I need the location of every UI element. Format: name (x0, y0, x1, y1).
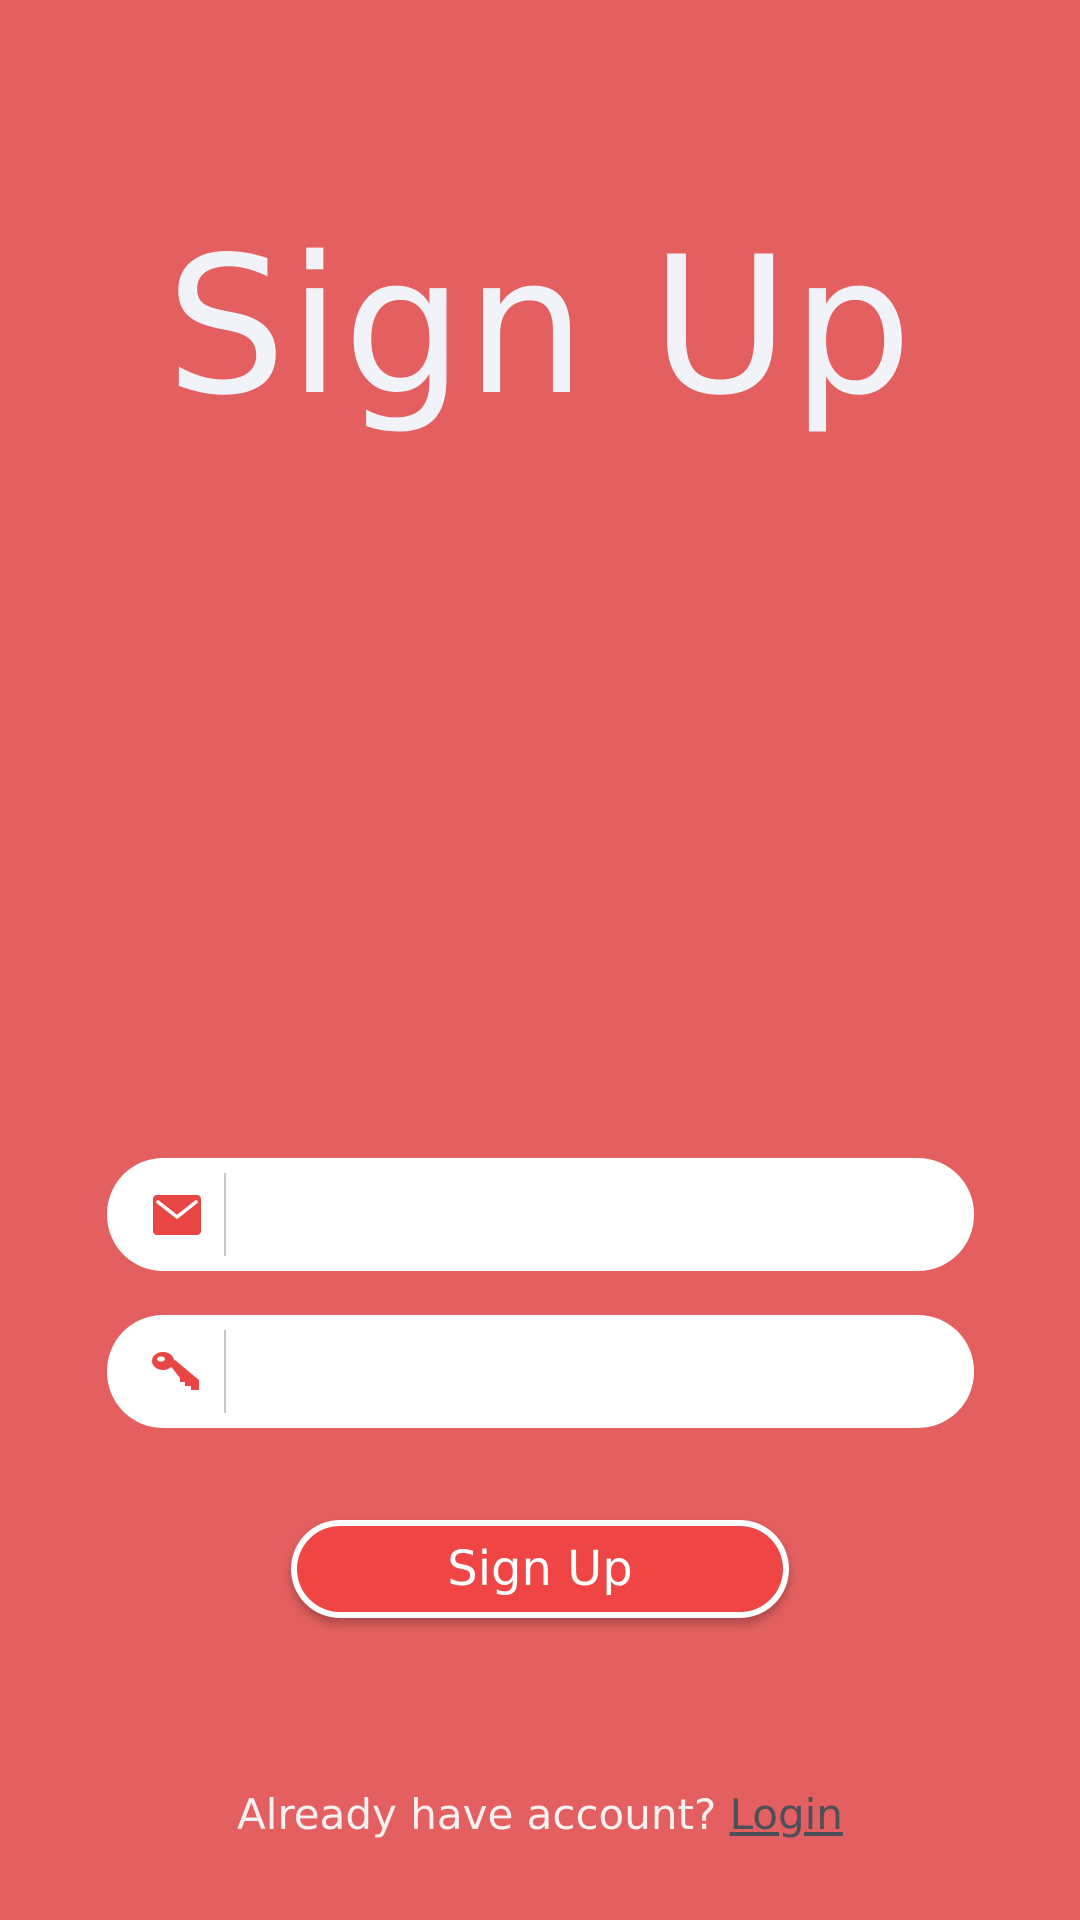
key-icon (147, 1342, 207, 1402)
email-input[interactable] (242, 1158, 926, 1273)
login-prompt-text: Already have account? (237, 1790, 717, 1839)
field-divider (224, 1330, 226, 1413)
page-title: Sign Up (165, 216, 915, 437)
field-divider (224, 1173, 226, 1256)
login-link[interactable]: Login (730, 1790, 843, 1839)
sign-up-button[interactable]: Sign Up (291, 1520, 789, 1618)
email-field[interactable] (107, 1158, 974, 1273)
envelope-icon (147, 1185, 207, 1245)
password-input[interactable] (242, 1315, 926, 1430)
login-prompt: Already have account? Login (0, 1790, 1080, 1840)
sign-up-screen: Sign Up Sign Up Already have account? Lo… (0, 0, 1080, 1920)
password-field[interactable] (107, 1315, 974, 1430)
